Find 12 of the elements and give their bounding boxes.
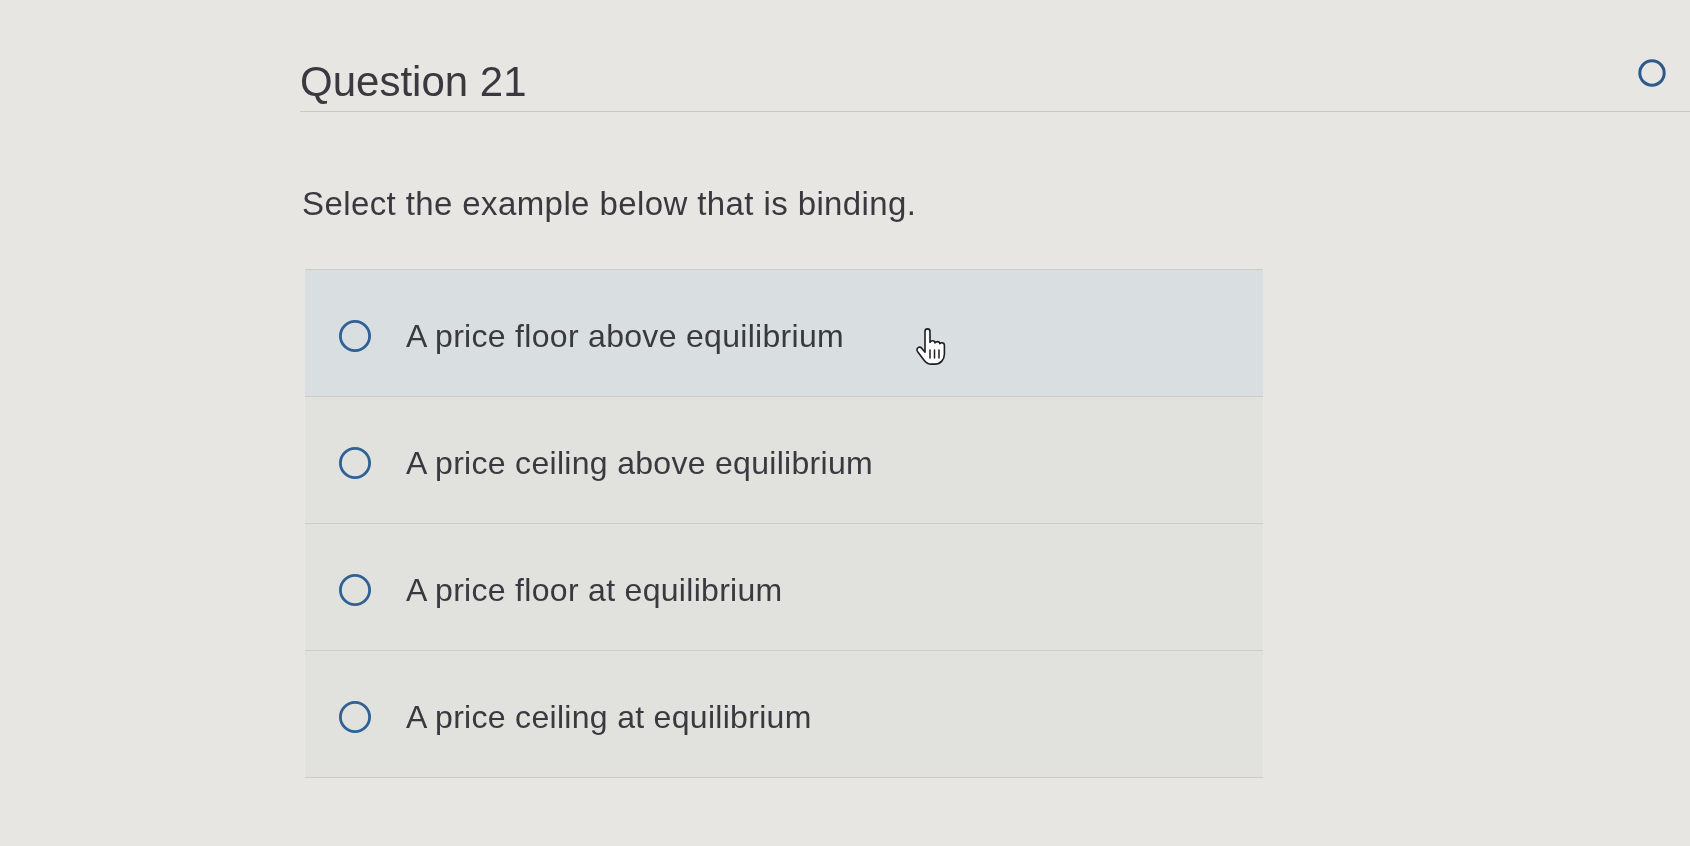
question-prompt: Select the example below that is binding. xyxy=(302,184,917,224)
question-title: Question 21 xyxy=(300,57,527,107)
radio-button[interactable] xyxy=(339,574,371,606)
answer-option[interactable]: A price ceiling above equilibrium xyxy=(305,397,1263,524)
radio-button[interactable] xyxy=(339,447,371,479)
radio-button[interactable] xyxy=(339,701,371,733)
hand-cursor-icon xyxy=(914,328,948,366)
answer-option[interactable]: A price ceiling at equilibrium xyxy=(305,651,1263,778)
ring-icon[interactable] xyxy=(1638,59,1666,87)
answer-option[interactable]: A price floor at equilibrium xyxy=(305,524,1263,651)
radio-button[interactable] xyxy=(339,320,371,352)
answer-option[interactable]: A price floor above equilibrium xyxy=(305,270,1263,397)
